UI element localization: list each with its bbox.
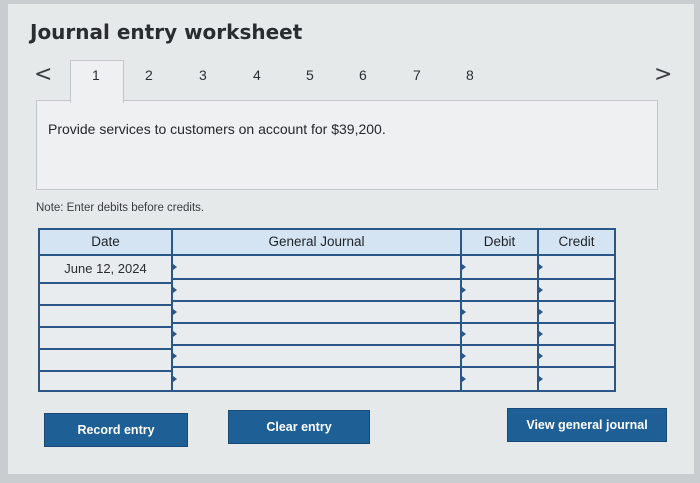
instruction-note: Note: Enter debits before credits.: [36, 202, 205, 214]
tab-3[interactable]: 3: [199, 67, 207, 83]
tab-7[interactable]: 7: [413, 67, 421, 83]
debit-input[interactable]: [462, 368, 537, 390]
tab-4[interactable]: 4: [253, 67, 261, 83]
credit-input[interactable]: [539, 346, 614, 366]
debit-input[interactable]: [462, 302, 537, 322]
credit-input[interactable]: [539, 368, 614, 390]
tab-2[interactable]: 2: [145, 67, 153, 83]
column-header-credit: Credit: [539, 230, 614, 254]
previous-arrow-icon[interactable]: <: [34, 62, 52, 87]
clear-entry-button[interactable]: Clear entry: [228, 410, 370, 444]
account-select[interactable]: [173, 256, 460, 278]
date-cell: [40, 372, 171, 390]
date-cell: [40, 284, 171, 304]
tab-5[interactable]: 5: [306, 67, 314, 83]
credit-input[interactable]: [539, 280, 614, 300]
journal-table: Date General Journal Debit Credit June 1…: [38, 228, 616, 392]
column-header-debit: Debit: [462, 230, 537, 254]
debit-input[interactable]: [462, 324, 537, 344]
page-title: Journal entry worksheet: [30, 20, 303, 44]
account-select[interactable]: [173, 368, 460, 390]
date-cell: [40, 306, 171, 326]
debit-input[interactable]: [462, 256, 537, 278]
account-select[interactable]: [173, 302, 460, 322]
debit-input[interactable]: [462, 346, 537, 366]
date-cell: [40, 350, 171, 370]
column-header-date: Date: [40, 230, 171, 254]
date-cell: [40, 328, 171, 348]
view-general-journal-button[interactable]: View general journal: [507, 408, 667, 442]
account-select[interactable]: [173, 346, 460, 366]
next-arrow-icon[interactable]: >: [654, 62, 672, 87]
transaction-description: Provide services to customers on account…: [48, 121, 386, 137]
question-panel: [36, 100, 658, 190]
tab-8[interactable]: 8: [466, 67, 474, 83]
date-cell: June 12, 2024: [40, 256, 171, 282]
credit-input[interactable]: [539, 256, 614, 278]
debit-input[interactable]: [462, 280, 537, 300]
record-entry-button[interactable]: Record entry: [44, 413, 188, 447]
column-header-general-journal: General Journal: [173, 230, 460, 254]
tab-6[interactable]: 6: [359, 67, 367, 83]
account-select[interactable]: [173, 324, 460, 344]
credit-input[interactable]: [539, 302, 614, 322]
tab-1[interactable]: 1: [92, 67, 100, 83]
account-select[interactable]: [173, 280, 460, 300]
credit-input[interactable]: [539, 324, 614, 344]
